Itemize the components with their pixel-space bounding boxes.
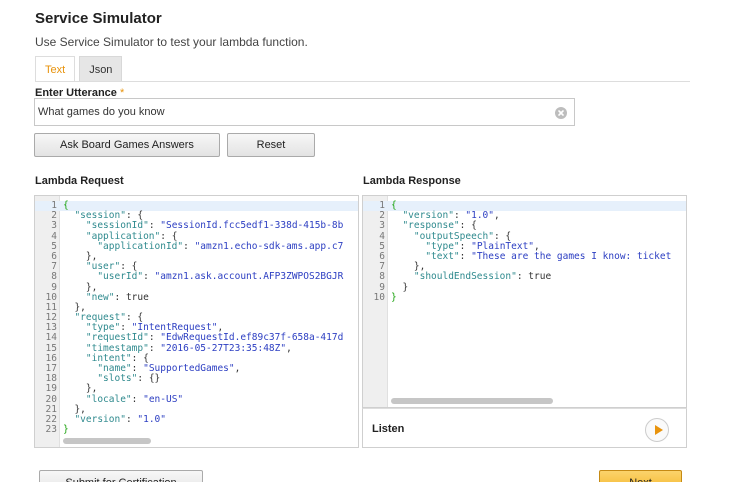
code-line: 10}: [363, 291, 686, 303]
code-line: 8 "shouldEndSession": true: [363, 272, 686, 282]
code-text: }: [63, 424, 69, 436]
lambda-request-editor[interactable]: 1{2 "session": {3 "sessionId": "SessionI…: [34, 195, 359, 448]
play-icon: [655, 425, 663, 435]
page-title: Service Simulator: [35, 10, 162, 27]
horizontal-scrollbar[interactable]: [63, 438, 151, 444]
listen-bar: Listen: [362, 408, 687, 448]
code-line: 23}: [35, 424, 358, 436]
tab-divider: [35, 81, 690, 82]
play-button[interactable]: [645, 418, 669, 442]
tab-bar: Text Json: [35, 56, 126, 82]
submit-for-certification-button[interactable]: Submit for Certification: [39, 470, 203, 482]
next-button[interactable]: Next: [599, 470, 682, 482]
code-text: "version": "1.0": [74, 413, 166, 425]
code-text: "shouldEndSession": true: [413, 271, 552, 283]
code-text: }: [391, 291, 397, 303]
line-number: 23: [45, 424, 57, 436]
code-line: 22 "version": "1.0": [35, 413, 358, 425]
page-subtitle: Use Service Simulator to test your lambd…: [35, 35, 308, 49]
listen-label: Listen: [372, 423, 405, 435]
lambda-response-editor[interactable]: 1{2 "version": "1.0", 3 "response": {4 "o…: [362, 195, 687, 408]
code-text: "text": "These are the games I know: tic…: [425, 250, 672, 262]
line-number: 8: [379, 271, 385, 283]
response-code: 1{2 "version": "1.0", 3 "response": {4 "o…: [363, 200, 686, 303]
utterance-input[interactable]: [34, 98, 575, 126]
request-code: 1{2 "session": {3 "sessionId": "SessionI…: [35, 200, 358, 436]
lambda-request-label: Lambda Request: [35, 175, 124, 187]
line-number: 8: [51, 271, 57, 283]
tab-json[interactable]: Json: [79, 56, 123, 82]
code-line: 9 }: [363, 282, 686, 293]
reset-button[interactable]: Reset: [227, 133, 315, 157]
horizontal-scrollbar[interactable]: [391, 398, 553, 404]
ask-board-games-button[interactable]: Ask Board Games Answers: [34, 133, 220, 157]
clear-circle-icon[interactable]: [555, 107, 567, 119]
tab-text[interactable]: Text: [35, 56, 76, 82]
code-text: "applicationId": "amzn1.echo-sdk-ams.app…: [97, 240, 344, 252]
line-number: 10: [373, 291, 385, 303]
lambda-response-label: Lambda Response: [363, 175, 461, 187]
code-text: "userId": "amzn1.ask.account.AFP3ZWPOS2B…: [97, 271, 344, 283]
